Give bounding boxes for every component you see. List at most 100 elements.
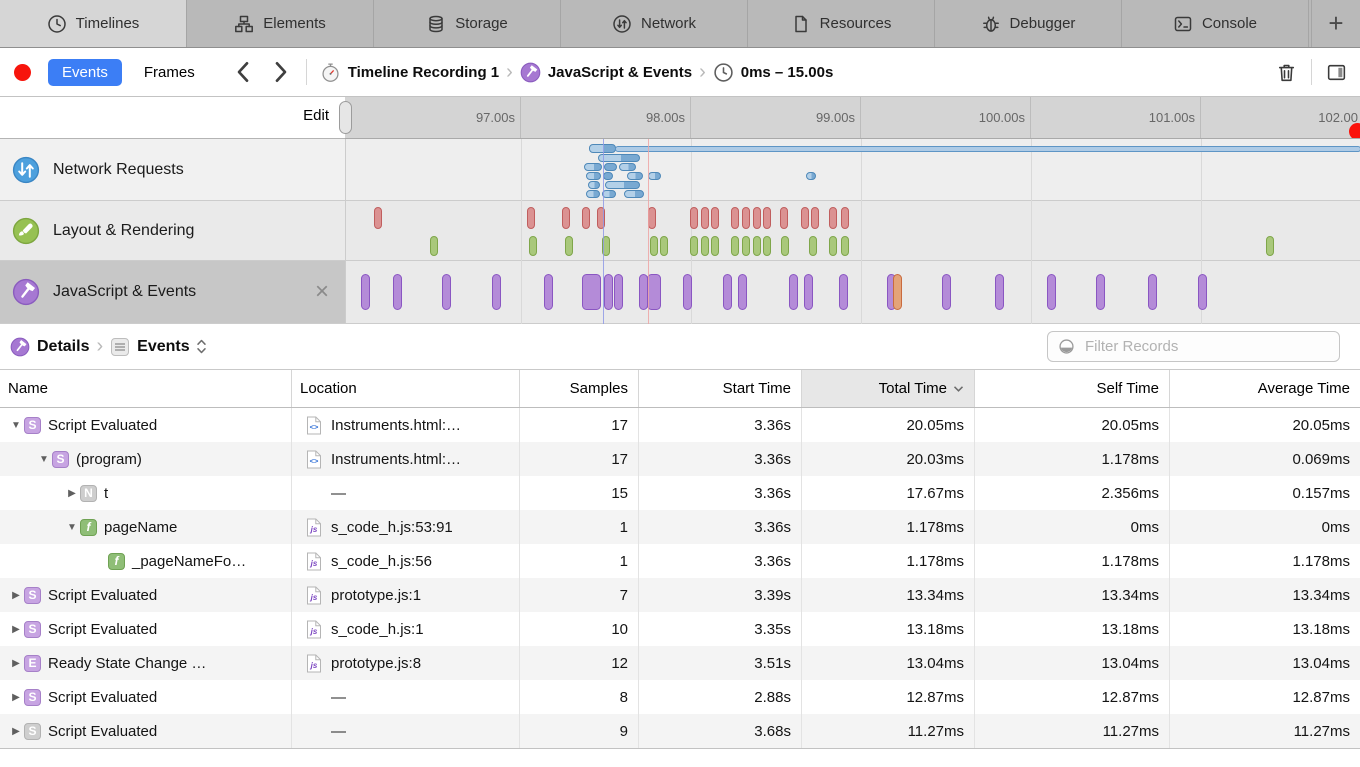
layout-event-bar[interactable] <box>527 207 535 229</box>
paint-event-bar[interactable] <box>430 236 438 256</box>
tab-elements[interactable]: Elements <box>187 0 374 47</box>
forward-button[interactable] <box>269 60 293 84</box>
network-request-bar[interactable] <box>602 190 616 198</box>
disclosure-triangle[interactable]: ▶ <box>8 624 24 635</box>
tab-timelines[interactable]: Timelines <box>0 0 187 47</box>
paint-event-bar[interactable] <box>529 236 537 256</box>
record-playhead-dot[interactable] <box>1349 123 1360 139</box>
layout-event-bar[interactable] <box>582 207 590 229</box>
script-event-bar[interactable] <box>393 274 402 310</box>
network-request-bar[interactable] <box>586 172 601 180</box>
network-request-bar[interactable] <box>604 163 617 171</box>
lane-row-network-requests[interactable]: Network Requests <box>0 139 345 201</box>
script-event-bar[interactable] <box>1198 274 1207 310</box>
timeline-ruler[interactable]: 97.00s98.00s99.00s100.00s101.00s102.00 <box>345 97 1360 139</box>
column-header-self-time[interactable]: Self Time <box>975 370 1170 407</box>
script-event-bar[interactable] <box>614 274 623 310</box>
network-request-bar[interactable] <box>627 172 643 180</box>
view-mode-label[interactable]: Events <box>137 338 189 356</box>
frames-mode-button[interactable]: Frames <box>134 59 205 86</box>
disclosure-triangle[interactable]: ▼ <box>64 522 80 533</box>
paint-event-bar[interactable] <box>660 236 668 256</box>
column-header-samples[interactable]: Samples <box>520 370 639 407</box>
paint-event-bar[interactable] <box>829 236 837 256</box>
layout-event-bar[interactable] <box>711 207 719 229</box>
paint-event-bar[interactable] <box>690 236 698 256</box>
script-event-bar[interactable] <box>582 274 601 310</box>
paint-event-bar[interactable] <box>763 236 771 256</box>
script-event-bar[interactable] <box>804 274 813 310</box>
tab-storage[interactable]: Storage <box>374 0 561 47</box>
paint-event-bar[interactable] <box>565 236 573 256</box>
network-request-bar[interactable] <box>584 163 602 171</box>
table-row[interactable]: ▶EReady State Change …jsprototype.js:812… <box>0 646 1360 680</box>
paint-event-bar[interactable] <box>1266 236 1274 256</box>
script-event-bar[interactable] <box>893 274 902 310</box>
disclosure-triangle[interactable]: ▶ <box>64 488 80 499</box>
network-request-bar[interactable] <box>603 172 613 180</box>
breadcrumb-item-timeline-recording-1[interactable]: Timeline Recording 1 <box>320 62 499 83</box>
breadcrumb-item-0ms-15-00s[interactable]: 0ms – 15.00s <box>713 62 834 83</box>
table-row[interactable]: ▶SScript Evaluated—93.68s11.27ms11.27ms1… <box>0 714 1360 748</box>
paint-event-bar[interactable] <box>650 236 658 256</box>
script-event-bar[interactable] <box>738 274 747 310</box>
layout-event-bar[interactable] <box>801 207 809 229</box>
disclosure-triangle[interactable]: ▶ <box>8 726 24 737</box>
disclosure-triangle[interactable]: ▶ <box>8 692 24 703</box>
ruler-resize-handle[interactable] <box>339 101 352 134</box>
layout-event-bar[interactable] <box>763 207 771 229</box>
script-event-bar[interactable] <box>789 274 798 310</box>
close-lane-icon[interactable]: × <box>315 280 329 304</box>
network-request-bar[interactable] <box>586 190 600 198</box>
layout-event-bar[interactable] <box>562 207 570 229</box>
lane-row-javascript-events[interactable]: JavaScript & Events× <box>0 261 345 324</box>
paint-event-bar[interactable] <box>701 236 709 256</box>
column-header-name[interactable]: Name <box>0 370 292 407</box>
table-row[interactable]: ▶Nt—153.36s17.67ms2.356ms0.157ms <box>0 476 1360 510</box>
script-event-bar[interactable] <box>1096 274 1105 310</box>
script-event-bar[interactable] <box>995 274 1004 310</box>
column-header-average-time[interactable]: Average Time <box>1170 370 1360 407</box>
record-button[interactable] <box>14 64 31 81</box>
table-row[interactable]: ▶SScript Evaluatedjss_code_h.js:1103.35s… <box>0 612 1360 646</box>
layout-event-bar[interactable] <box>731 207 739 229</box>
tab-debugger[interactable]: Debugger <box>935 0 1122 47</box>
network-request-bar[interactable] <box>624 190 644 198</box>
network-request-bar[interactable] <box>598 154 640 162</box>
script-event-bar[interactable] <box>942 274 951 310</box>
paint-event-bar[interactable] <box>742 236 750 256</box>
paint-event-bar[interactable] <box>731 236 739 256</box>
paint-event-bar[interactable] <box>781 236 789 256</box>
layout-event-bar[interactable] <box>829 207 837 229</box>
table-row[interactable]: ▼SScript Evaluated<>Instruments.html:…17… <box>0 408 1360 442</box>
column-header-location[interactable]: Location <box>292 370 520 407</box>
view-mode-updown-icon[interactable] <box>196 338 207 355</box>
column-header-total-time[interactable]: Total Time <box>802 370 975 407</box>
script-event-bar[interactable] <box>723 274 732 310</box>
script-event-bar[interactable] <box>1148 274 1157 310</box>
script-event-bar[interactable] <box>839 274 848 310</box>
network-request-bar[interactable] <box>806 172 816 180</box>
filter-records-input[interactable] <box>1083 337 1339 356</box>
breadcrumb-item-javascript-events[interactable]: JavaScript & Events <box>520 62 692 83</box>
script-event-bar[interactable] <box>647 274 661 310</box>
script-event-bar[interactable] <box>361 274 370 310</box>
layout-event-bar[interactable] <box>780 207 788 229</box>
events-mode-button[interactable]: Events <box>48 59 122 86</box>
layout-event-bar[interactable] <box>701 207 709 229</box>
paint-event-bar[interactable] <box>753 236 761 256</box>
table-row[interactable]: f_pageNameFo…jss_code_h.js:5613.36s1.178… <box>0 544 1360 578</box>
back-button[interactable] <box>231 60 255 84</box>
disclosure-triangle[interactable]: ▼ <box>36 454 52 465</box>
disclosure-triangle[interactable]: ▶ <box>8 590 24 601</box>
paint-event-bar[interactable] <box>809 236 817 256</box>
script-event-bar[interactable] <box>442 274 451 310</box>
details-label[interactable]: Details <box>37 338 89 356</box>
table-row[interactable]: ▼fpageNamejss_code_h.js:53:9113.36s1.178… <box>0 510 1360 544</box>
network-request-bar[interactable] <box>648 172 661 180</box>
layout-event-bar[interactable] <box>742 207 750 229</box>
edit-button[interactable]: Edit <box>303 107 329 124</box>
disclosure-triangle[interactable]: ▶ <box>8 658 24 669</box>
table-row[interactable]: ▼S(program)<>Instruments.html:…173.36s20… <box>0 442 1360 476</box>
layout-event-bar[interactable] <box>648 207 656 229</box>
